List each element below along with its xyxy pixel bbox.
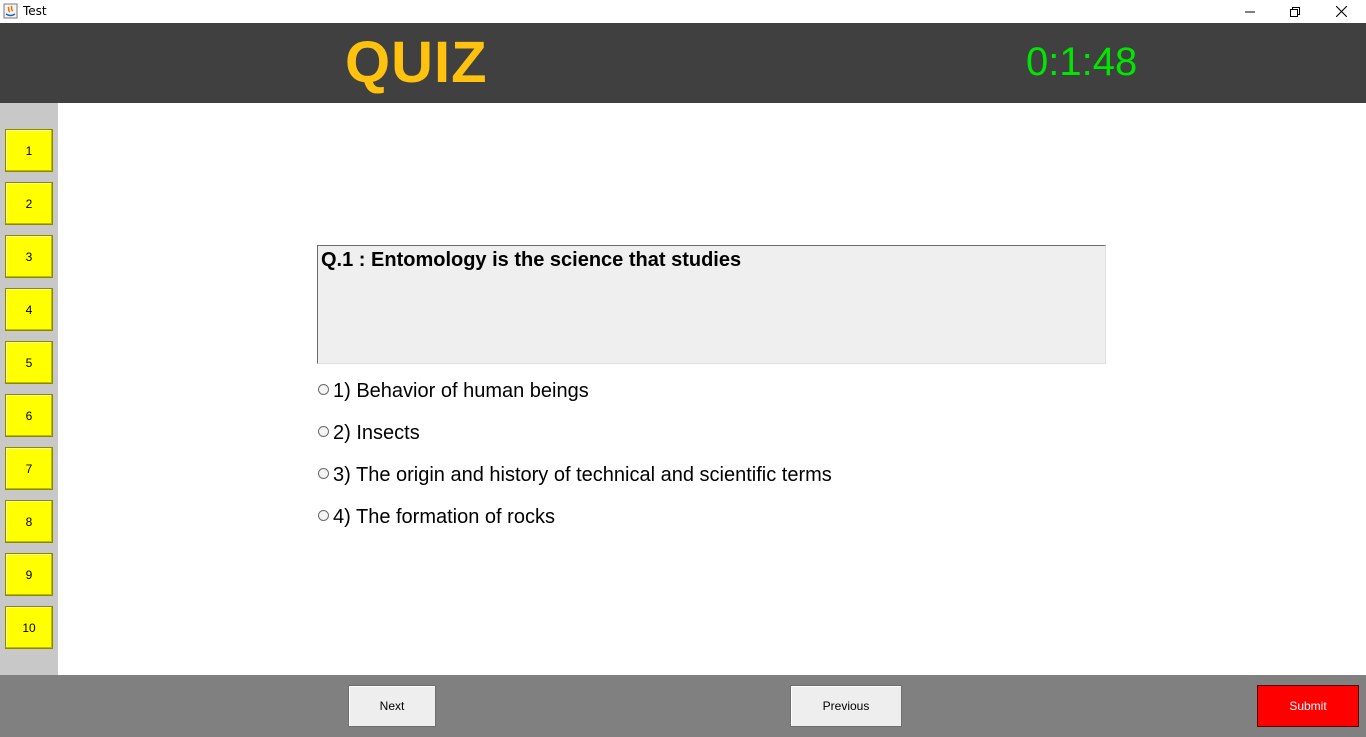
option-1-label: 1) Behavior of human beings bbox=[333, 379, 589, 402]
java-icon bbox=[3, 3, 18, 19]
question-button-3[interactable]: 3 bbox=[5, 235, 53, 278]
close-button[interactable] bbox=[1318, 0, 1364, 23]
submit-button[interactable]: Submit bbox=[1257, 685, 1359, 727]
option-3-label: 3) The origin and history of technical a… bbox=[333, 463, 832, 486]
window-title: Test bbox=[23, 4, 47, 18]
question-button-2[interactable]: 2 bbox=[5, 182, 53, 225]
quiz-footer: Next Previous Submit bbox=[0, 675, 1366, 737]
option-2-label: 2) Insects bbox=[333, 421, 420, 444]
minimize-button[interactable] bbox=[1227, 0, 1273, 23]
main-content bbox=[58, 103, 1366, 675]
question-text: Q.1 : Entomology is the science that stu… bbox=[321, 249, 742, 271]
minimize-icon bbox=[1245, 11, 1255, 12]
question-nav-sidebar: 1 2 3 4 5 6 7 8 9 10 bbox=[0, 103, 58, 675]
maximize-button[interactable] bbox=[1272, 0, 1318, 23]
window-titlebar: Test bbox=[0, 0, 1366, 23]
quiz-title: QUIZ bbox=[345, 30, 488, 95]
option-2[interactable]: 2) Insects bbox=[318, 421, 420, 445]
countdown-timer: 0:1:48 bbox=[1026, 40, 1138, 84]
option-2-radio[interactable] bbox=[318, 425, 329, 437]
question-button-5[interactable]: 5 bbox=[5, 341, 53, 384]
option-1[interactable]: 1) Behavior of human beings bbox=[318, 379, 589, 403]
question-button-8[interactable]: 8 bbox=[5, 500, 53, 543]
option-4-label: 4) The formation of rocks bbox=[333, 505, 555, 528]
question-button-7[interactable]: 7 bbox=[5, 447, 53, 490]
option-3-radio[interactable] bbox=[318, 467, 329, 479]
question-text-area[interactable]: Q.1 : Entomology is the science that stu… bbox=[317, 245, 1106, 364]
question-button-1[interactable]: 1 bbox=[5, 129, 53, 172]
quiz-header: QUIZ 0:1:48 bbox=[0, 23, 1366, 103]
option-1-radio[interactable] bbox=[318, 383, 329, 395]
option-4[interactable]: 4) The formation of rocks bbox=[318, 505, 555, 529]
option-3[interactable]: 3) The origin and history of technical a… bbox=[318, 463, 832, 487]
question-button-10[interactable]: 10 bbox=[5, 606, 53, 649]
next-button[interactable]: Next bbox=[348, 685, 436, 727]
close-icon bbox=[1335, 6, 1347, 17]
option-4-radio[interactable] bbox=[318, 509, 329, 521]
question-button-9[interactable]: 9 bbox=[5, 553, 53, 596]
question-button-4[interactable]: 4 bbox=[5, 288, 53, 331]
previous-button[interactable]: Previous bbox=[790, 685, 902, 727]
maximize-icon bbox=[1290, 6, 1300, 17]
question-button-6[interactable]: 6 bbox=[5, 394, 53, 437]
